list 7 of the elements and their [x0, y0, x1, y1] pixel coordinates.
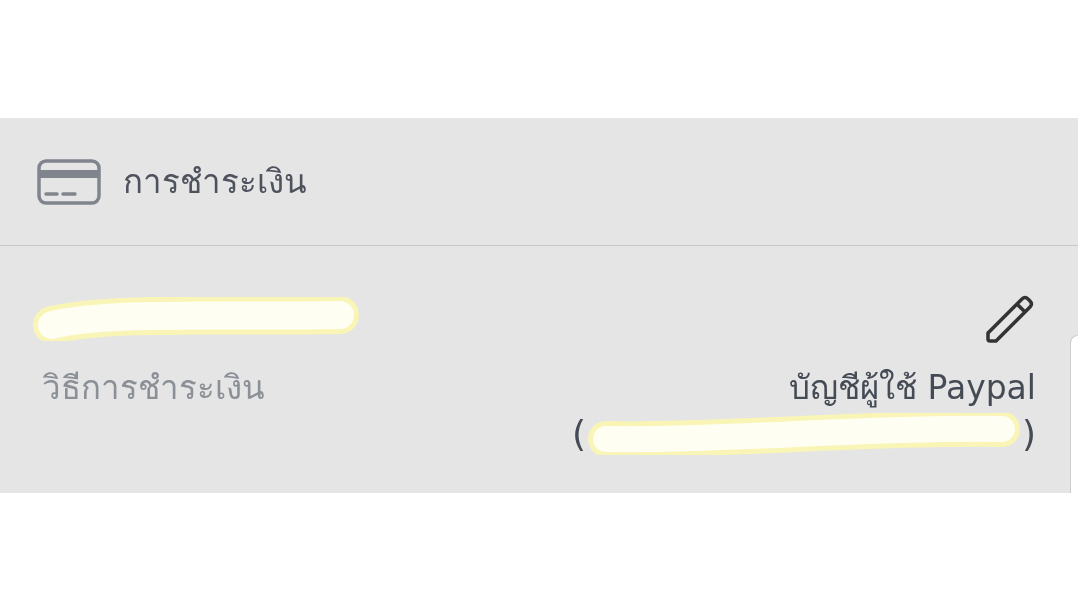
field-label: วิธีการชำระเงิน: [42, 367, 265, 409]
credit-card-icon: [37, 158, 101, 205]
section-title: การชำระเงิน: [123, 165, 307, 198]
account-opening-paren: (: [571, 412, 586, 456]
field-value: บัญชีผู้ใช้ Paypal: [789, 367, 1036, 410]
edit-pencil-icon[interactable]: [984, 293, 1036, 345]
account-closing-paren: ): [1021, 412, 1036, 456]
